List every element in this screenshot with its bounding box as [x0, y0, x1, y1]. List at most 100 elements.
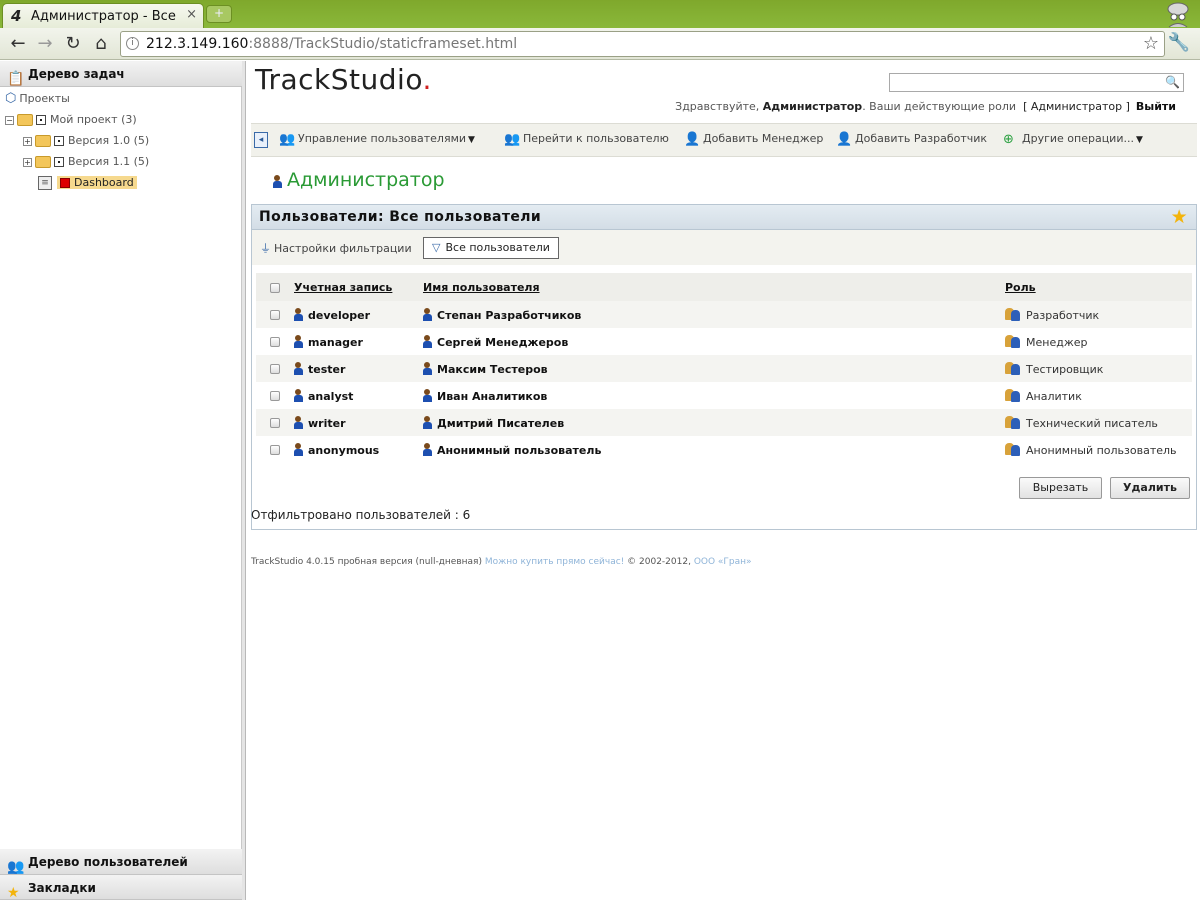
user-tree-title: Дерево пользователей — [28, 855, 188, 869]
tree-item-my-project[interactable]: − Мой проект (3) — [5, 110, 137, 130]
select-all-checkbox[interactable] — [270, 282, 280, 293]
row-checkbox[interactable] — [270, 418, 280, 428]
reload-icon[interactable]: ↻ — [61, 32, 85, 56]
role-icon — [1005, 361, 1021, 375]
user-icon — [423, 415, 432, 429]
users-settings-icon: 👥 — [279, 132, 296, 147]
user-login[interactable]: tester — [308, 363, 345, 376]
row-checkbox[interactable] — [270, 364, 280, 374]
role-icon — [1005, 442, 1021, 456]
expand-plus-icon[interactable]: + — [23, 157, 32, 167]
user-login[interactable]: manager — [308, 336, 363, 349]
user-full-name[interactable]: Иван Аналитиков — [437, 390, 547, 403]
tree-item-label: Проекты — [19, 92, 70, 105]
tree-item-label: Dashboard — [74, 176, 134, 189]
add-manager-button[interactable]: 👤 Добавить Менеджер — [684, 132, 823, 147]
buy-link[interactable]: Можно купить прямо сейчас! — [485, 557, 624, 567]
row-checkbox[interactable] — [270, 391, 280, 401]
user-role: Технический писатель — [1026, 416, 1158, 430]
filter-settings-link[interactable]: ⏚ Настройки фильтрации — [260, 240, 412, 256]
bookmark-star-icon[interactable]: ☆ — [1143, 33, 1159, 54]
user-role: Аналитик — [1026, 389, 1082, 403]
current-role[interactable]: [ Администратор ] — [1023, 100, 1130, 113]
manage-users-menu[interactable]: 👥 Управление пользователями ▼ — [279, 132, 475, 147]
bookmarks-header[interactable]: ★ Закладки — [0, 875, 242, 901]
table-row[interactable]: writer Дмитрий Писателев Технический писат… — [256, 409, 1192, 436]
folder-icon — [35, 156, 51, 168]
add-user-icon: 👤 — [836, 132, 853, 147]
users-panel: Пользователи: Все пользователи ★ ⏚ Настро… — [251, 204, 1197, 530]
table-row[interactable]: analyst Иван Аналитиков Аналитик — [256, 382, 1192, 409]
role-icon — [1005, 388, 1021, 402]
collapse-minus-icon[interactable]: − — [5, 115, 14, 125]
table-row[interactable]: tester Максим Тестеров Тестировщик — [256, 355, 1192, 382]
panel-splitter[interactable] — [242, 61, 246, 900]
tab-close-icon[interactable]: × — [186, 7, 197, 22]
url-text[interactable]: 212.3.149.160:8888/TrackStudio/staticfra… — [146, 36, 517, 52]
filter-bar: ⏚ Настройки фильтрации ▽ Все пользователи — [252, 230, 1196, 265]
tree-item-label: Версия 1.0 (5) — [68, 134, 150, 147]
expand-plus-icon[interactable]: + — [23, 136, 32, 146]
collapse-panel-icon[interactable]: ◂ — [254, 132, 268, 148]
projects-cube-icon: ⬡ — [5, 91, 17, 106]
user-full-name[interactable]: Дмитрий Писателев — [437, 417, 564, 430]
column-header-name[interactable]: Имя пользователя — [423, 281, 540, 294]
tree-item-dashboard[interactable]: ≡ Dashboard — [38, 173, 137, 193]
user-full-name[interactable]: Сергей Менеджеров — [437, 336, 568, 349]
tree-item-projects[interactable]: ⬡ Проекты — [5, 89, 70, 109]
logout-link[interactable]: Выйти — [1136, 100, 1176, 113]
back-arrow-icon[interactable]: ← — [6, 32, 30, 56]
table-row[interactable]: anonymous Анонимный пользователь Анонимный… — [256, 436, 1192, 463]
footer: TrackStudio 4.0.15 пробная версия (null-… — [251, 557, 752, 567]
table-row[interactable]: developer Степан Разработчиков Разработчик — [256, 301, 1192, 328]
column-header-login[interactable]: Учетная запись — [294, 281, 392, 294]
task-tree-header[interactable]: 📋 Дерево задач — [0, 61, 242, 87]
tree-item-version-1-1[interactable]: + Версия 1.1 (5) — [23, 152, 149, 172]
user-login[interactable]: writer — [308, 417, 346, 430]
goto-user-button[interactable]: 👥 Перейти к пользователю — [504, 132, 669, 147]
column-header-role[interactable]: Роль — [1005, 281, 1036, 294]
company-link[interactable]: ООО «Гран» — [694, 557, 752, 567]
add-user-icon: 👤 — [684, 132, 701, 147]
page-info-icon[interactable]: i — [126, 37, 139, 50]
user-icon — [294, 442, 303, 456]
home-icon[interactable]: ⌂ — [89, 32, 113, 56]
user-tree-header[interactable]: 👥 Дерево пользователей — [0, 849, 242, 875]
tree-item-version-1-0-row[interactable]: + Версия 1.0 (5) — [23, 131, 149, 151]
filter-all-users-button[interactable]: ▽ Все пользователи — [423, 237, 559, 259]
user-login[interactable]: developer — [308, 309, 370, 322]
wrench-menu-icon[interactable]: 🔧 — [1168, 32, 1190, 53]
users-table: Учетная запись Имя пользователя Роль dev… — [256, 273, 1192, 463]
search-input[interactable]: 🔍 — [889, 73, 1184, 92]
chevron-down-icon: ▼ — [1135, 135, 1143, 145]
role-icon — [1005, 415, 1021, 429]
search-icon[interactable]: 🔍 — [1165, 75, 1180, 89]
row-checkbox[interactable] — [270, 310, 280, 320]
add-developer-button[interactable]: 👤 Добавить Разработчик — [836, 132, 987, 147]
table-row[interactable]: manager Сергей Менеджеров Менеджер — [256, 328, 1192, 355]
folder-icon — [35, 135, 51, 147]
user-login[interactable]: anonymous — [308, 444, 379, 457]
address-bar[interactable]: i 212.3.149.160:8888/TrackStudio/staticf… — [120, 31, 1165, 57]
cut-button[interactable]: Вырезать — [1019, 477, 1102, 499]
user-full-name[interactable]: Степан Разработчиков — [437, 309, 581, 322]
page-title: Администратор — [273, 169, 445, 191]
other-operations-menu[interactable]: ⊕ Другие операции... ▼ — [1003, 132, 1143, 147]
user-icon — [423, 334, 432, 348]
delete-button[interactable]: Удалить — [1110, 477, 1190, 499]
user-full-name[interactable]: Анонимный пользователь — [437, 444, 601, 457]
user-icon — [423, 307, 432, 321]
user-login[interactable]: analyst — [308, 390, 353, 403]
row-checkbox[interactable] — [270, 337, 280, 347]
new-tab-button[interactable]: + — [206, 5, 232, 23]
favorite-star-icon[interactable]: ★ — [1171, 205, 1188, 229]
user-icon — [294, 415, 303, 429]
forward-arrow-icon[interactable]: → — [33, 32, 57, 56]
filter-funnel-icon: ▽ — [432, 241, 441, 254]
greeting-line: Здравствуйте, Администратор. Ваши действ… — [675, 100, 1176, 113]
row-checkbox[interactable] — [270, 445, 280, 455]
user-full-name[interactable]: Максим Тестеров — [437, 363, 548, 376]
browser-tab[interactable]: 4 Администратор - Все пол × — [2, 3, 204, 28]
browser-tabbar: 4 Администратор - Все пол × + — [0, 0, 1200, 28]
user-icon — [294, 334, 303, 348]
